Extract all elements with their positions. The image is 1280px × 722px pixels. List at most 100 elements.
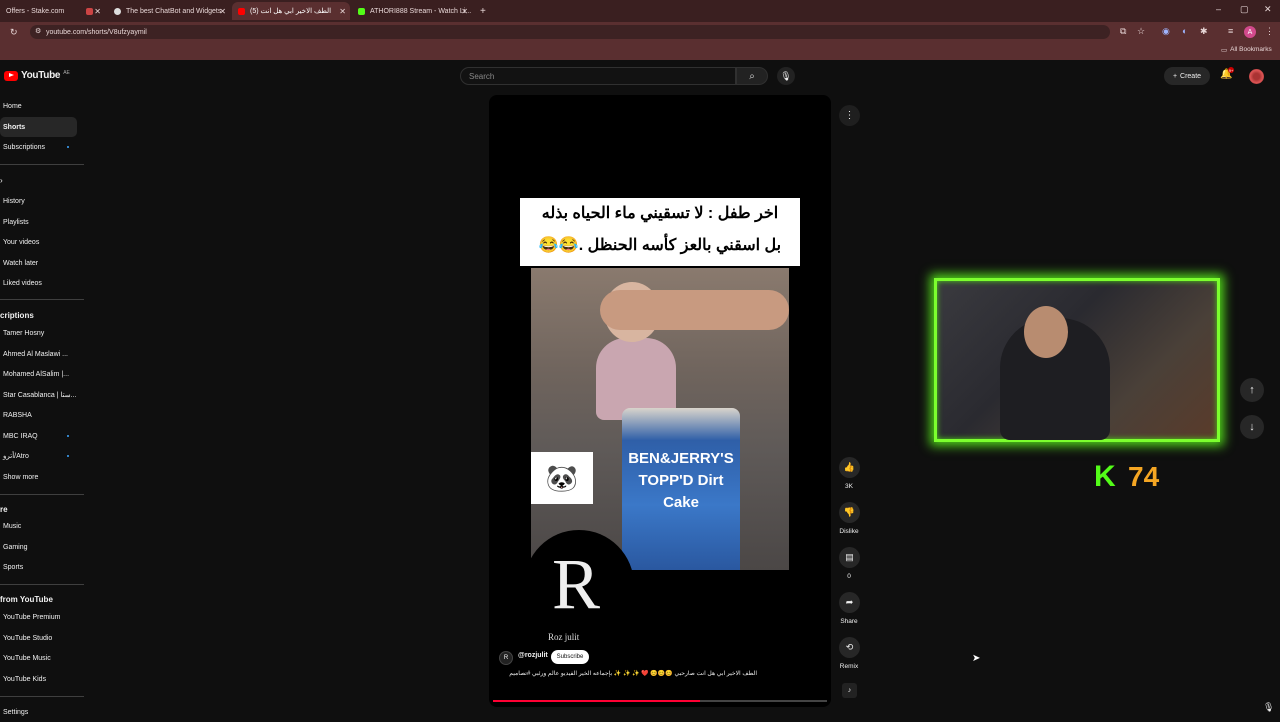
sidebar-subscription[interactable]: Tamer Hosny [0,323,77,343]
sidebar-item-liked-videos[interactable]: Liked videos [0,273,77,293]
panda-sticker-icon: 🐼 [531,452,593,504]
thumbs-down-icon: 👎 [843,507,856,517]
search-icon: ⌕ [749,70,755,82]
sidebar-item-youtube-premium[interactable]: YouTube Premium [0,607,77,627]
browser-tab-bar: Offers - Stake.com ✕ The best ChatBot and… [0,0,1280,22]
arrow-down-icon: ↓ [1249,421,1255,433]
sound-thumbnail[interactable]: ♪ [842,683,857,698]
share-label: Share [840,618,858,625]
sidebar-divider [0,299,84,300]
sidebar-item-your-videos[interactable]: Your videos [0,232,77,252]
mouse-cursor-icon: ➤ [972,653,981,664]
plus-icon: + [1172,72,1178,80]
sidebar-item-youtube-kids[interactable]: YouTube Kids [0,669,77,689]
sidebar-item-watch-later[interactable]: Watch later [0,253,77,273]
minimize-button[interactable]: – [1216,4,1221,14]
bookmark-star-icon[interactable]: ☆ [1137,26,1145,37]
sidebar-item-sports[interactable]: Sports [0,557,77,577]
browser-tab-active[interactable]: (5) الطف الاخير ابي هل انت ✕ [232,2,350,20]
youtube-logo[interactable]: YouTube AE [4,70,70,81]
maximize-button[interactable]: ▢ [1240,4,1249,15]
folder-icon: ▭ [1221,47,1228,54]
search-button[interactable]: ⌕ [736,67,768,85]
sidebar-subscription[interactable]: Star Casablanca | ستا... [0,385,77,405]
sidebar-divider [0,584,84,585]
audio-extension-icon[interactable]: ◐ [1182,26,1187,36]
sidebar-show-more[interactable]: Show more [0,467,77,487]
sidebar-item-subscriptions[interactable]: Subscriptions [0,137,77,157]
share-arrow-icon: ➦ [845,597,854,607]
voice-search-button[interactable]: 🎙 [777,67,795,85]
profile-avatar[interactable]: A [1244,26,1256,38]
video-hand [600,290,789,330]
browser-tab[interactable] [80,2,102,20]
reload-icon[interactable]: ↻ [10,27,18,38]
extension-icon[interactable]: ◉ [1162,26,1170,37]
close-tab-icon[interactable]: ✕ [461,7,468,16]
sidebar-divider [0,164,84,165]
sidebar-item-playlists[interactable]: Playlists [0,212,77,232]
sidebar-subscription[interactable]: Ahmed Al Maslawi ... [0,344,77,364]
share-button[interactable]: ➦ [839,592,860,613]
channel-handle[interactable]: @rozjulit [518,652,548,659]
bookmarks-bar: ▭ All Bookmarks [0,42,1280,60]
sidebar-subscription[interactable]: RABSHA [0,405,77,425]
sidebar-item-music[interactable]: Music [0,516,77,536]
previous-short-button[interactable]: ↑ [1240,378,1264,402]
sidebar-item-gaming[interactable]: Gaming [0,537,77,557]
microphone-icon: 🎙 [1263,702,1275,712]
site-info-icon[interactable]: ⚙ [35,27,41,35]
like-count: 3K [845,483,853,490]
youtube-favicon-icon [238,7,245,15]
cast-icon[interactable]: ≡ [1228,26,1233,36]
sidebar-item-history[interactable]: History [0,191,77,211]
sidebar-item-youtube-studio[interactable]: YouTube Studio [0,628,77,648]
url-field[interactable]: ⚙ youtube.com/shorts/V8ufzyaymil [30,25,1110,39]
new-content-dot [67,455,69,457]
comments-button[interactable]: ▤ [839,547,860,568]
next-short-button[interactable]: ↓ [1240,415,1264,439]
webcam-streamer-head [1024,306,1068,358]
sidebar-item-shorts[interactable]: Shorts [0,117,77,137]
new-content-dot [67,146,69,148]
viewer-count: 74 [1128,461,1160,492]
more-options-button[interactable]: ⋮ [839,105,860,126]
video-progress-fill [493,700,701,702]
mail-icon [86,7,93,15]
sidebar-subscription[interactable]: MBC IRAQ [0,426,77,446]
close-tab-icon[interactable]: ✕ [219,7,226,16]
new-tab-button[interactable]: + [474,2,492,20]
dislike-button[interactable]: 👎 [839,502,860,523]
close-tab-icon[interactable]: ✕ [339,7,346,16]
explore-heading: re [0,505,8,514]
sidebar-item-youtube-music[interactable]: YouTube Music [0,648,77,668]
browser-tab[interactable]: The best ChatBot and Widgets ✕ [108,2,230,20]
new-content-dot [67,435,69,437]
create-button[interactable]: + Create [1164,67,1210,85]
video-caption: اخر طفل : لا تسقيني ماء الحياه بذله بل ا… [520,198,800,266]
remix-button[interactable]: ⟲ [839,637,860,658]
sidebar-subscription[interactable]: أترو/Atro [0,446,77,466]
account-avatar[interactable] [1249,69,1264,84]
subscriptions-heading: criptions [0,311,34,320]
remix-label: Remix [839,663,859,670]
subscribe-button[interactable]: Subscribe [551,650,589,664]
thumbs-up-icon: 👍 [843,462,856,472]
extensions-puzzle-icon[interactable]: ✱ [1200,26,1208,37]
channel-avatar[interactable]: R [499,651,513,665]
sidebar-subscription[interactable]: Mohamed AlSalim |... [0,364,77,384]
microphone-icon: 🎙 [780,70,792,81]
menu-kebab-icon[interactable]: ⋮ [1265,26,1274,37]
search-input[interactable]: Search [460,67,736,85]
sidebar-item-settings[interactable]: Settings [0,702,77,722]
you-chevron-icon[interactable]: › [0,176,3,185]
like-button[interactable]: 👍 [839,457,860,478]
install-app-icon[interactable]: ⧉ [1120,26,1126,37]
sidebar-item-home[interactable]: Home [0,96,77,116]
close-window-button[interactable]: ✕ [1264,4,1272,15]
more-from-youtube-heading: from YouTube [0,595,53,604]
kebab-icon: ⋮ [844,110,855,121]
all-bookmarks-button[interactable]: ▭ All Bookmarks [1221,46,1272,54]
kick-logo-icon: K [1094,460,1116,493]
browser-tab[interactable]: ATHORI888 Stream - Watch Li... ✕ [352,2,472,20]
